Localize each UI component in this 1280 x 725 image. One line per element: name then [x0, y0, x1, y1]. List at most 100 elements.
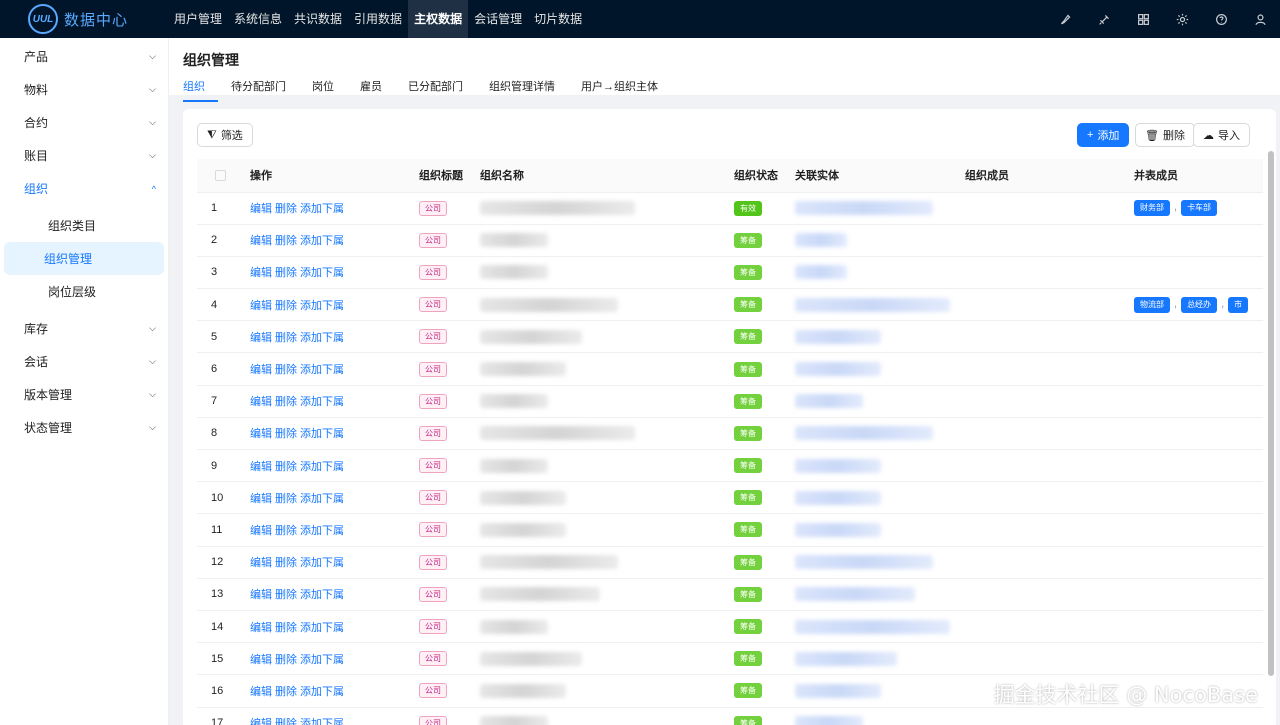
add-child-link[interactable]: 添加下属	[300, 654, 344, 666]
redacted-link[interactable]	[795, 651, 897, 666]
delete-link[interactable]: 删除	[275, 622, 297, 634]
plugin-icon[interactable]	[1085, 0, 1124, 38]
table-row[interactable]: 15 编辑 删除 添加下属 公司 筹备	[197, 642, 1263, 676]
design-icon[interactable]	[1046, 0, 1085, 38]
sidebar-subitem-position-level[interactable]: 岗位层级	[4, 275, 164, 308]
top-menu-item[interactable]: 会话管理	[468, 0, 528, 38]
edit-link[interactable]: 编辑	[250, 686, 272, 698]
filter-button[interactable]: ⧨ 筛选	[197, 123, 253, 147]
member-tag[interactable]: 总经办	[1181, 296, 1218, 313]
add-child-link[interactable]: 添加下属	[300, 332, 344, 344]
sidebar-item-inventory[interactable]: 库存 ⌵	[0, 312, 168, 345]
top-menu-item[interactable]: 共识数据	[288, 0, 348, 38]
edit-link[interactable]: 编辑	[250, 428, 272, 440]
member-tag[interactable]: 财务部	[1134, 200, 1170, 217]
edit-link[interactable]: 编辑	[250, 332, 272, 344]
delete-link[interactable]: 删除	[275, 718, 297, 725]
delete-link[interactable]: 删除	[275, 235, 297, 247]
add-child-link[interactable]: 添加下属	[300, 203, 344, 215]
edit-link[interactable]: 编辑	[250, 589, 272, 601]
sidebar-item-organization[interactable]: 组织 ^	[0, 172, 168, 205]
delete-link[interactable]: 删除	[275, 654, 297, 666]
table-row[interactable]: 4 编辑 删除 添加下属 公司 筹备 物流部, 总经办, 市	[197, 288, 1263, 322]
table-row[interactable]: 8 编辑 删除 添加下属 公司 筹备	[197, 417, 1263, 451]
table-row[interactable]: 6 编辑 删除 添加下属 公司 筹备	[197, 352, 1263, 386]
sidebar-item-contract[interactable]: 合约 ⌵	[0, 106, 168, 139]
redacted-link[interactable]	[795, 587, 915, 602]
redacted-link[interactable]	[795, 201, 933, 216]
table-row[interactable]: 10 编辑 删除 添加下属 公司 筹备	[197, 481, 1263, 515]
table-row[interactable]: 5 编辑 删除 添加下属 公司 筹备	[197, 320, 1263, 354]
edit-link[interactable]: 编辑	[250, 396, 272, 408]
add-child-link[interactable]: 添加下属	[300, 300, 344, 312]
top-menu-item[interactable]: 主权数据	[408, 0, 469, 38]
column-header[interactable]: 组织名称	[476, 159, 730, 193]
edit-link[interactable]: 编辑	[250, 364, 272, 376]
add-child-link[interactable]: 添加下属	[300, 493, 344, 505]
delete-link[interactable]: 删除	[275, 493, 297, 505]
add-child-link[interactable]: 添加下属	[300, 686, 344, 698]
table-row[interactable]: 7 编辑 删除 添加下属 公司 筹备	[197, 385, 1263, 418]
edit-link[interactable]: 编辑	[250, 622, 272, 634]
scrollbar[interactable]	[1268, 151, 1274, 676]
member-tag[interactable]: 物流部	[1134, 296, 1170, 313]
tab[interactable]: 待分配部门	[218, 78, 299, 102]
delete-link[interactable]: 删除	[275, 300, 297, 312]
add-child-link[interactable]: 添加下属	[300, 364, 344, 376]
edit-link[interactable]: 编辑	[250, 461, 272, 473]
add-child-link[interactable]: 添加下属	[300, 525, 344, 537]
delete-link[interactable]: 删除	[275, 332, 297, 344]
add-child-link[interactable]: 添加下属	[300, 557, 344, 569]
tab[interactable]: 岗位	[299, 78, 347, 102]
table-row[interactable]: 2 编辑 删除 添加下属 公司 筹备	[197, 224, 1263, 257]
redacted-link[interactable]	[795, 458, 881, 473]
table-row[interactable]: 11 编辑 删除 添加下属 公司 筹备	[197, 513, 1263, 547]
redacted-link[interactable]	[795, 619, 950, 634]
sidebar-item-product[interactable]: 产品 ⌵	[0, 40, 168, 73]
user-icon[interactable]	[1241, 0, 1280, 38]
member-tag[interactable]: 卡车部	[1181, 200, 1218, 217]
sidebar-subitem-org-management[interactable]: 组织管理	[4, 242, 164, 275]
delete-link[interactable]: 删除	[275, 589, 297, 601]
redacted-link[interactable]	[795, 362, 881, 377]
add-child-link[interactable]: 添加下属	[300, 718, 344, 725]
redacted-link[interactable]	[795, 297, 950, 312]
delete-link[interactable]: 删除	[275, 686, 297, 698]
tab[interactable]: 组织	[183, 78, 218, 102]
tab[interactable]: 雇员	[347, 78, 395, 102]
edit-link[interactable]: 编辑	[250, 493, 272, 505]
table-row[interactable]: 3 编辑 删除 添加下属 公司 筹备	[197, 256, 1263, 290]
edit-link[interactable]: 编辑	[250, 718, 272, 725]
delete-link[interactable]: 删除	[275, 557, 297, 569]
sidebar-item-status[interactable]: 状态管理 ⌵	[0, 411, 168, 444]
edit-link[interactable]: 编辑	[250, 654, 272, 666]
top-menu-item[interactable]: 切片数据	[528, 0, 588, 38]
redacted-link[interactable]	[795, 233, 847, 248]
table-row[interactable]: 17 编辑 删除 添加下属 公司 筹备	[197, 707, 1263, 725]
sidebar-subitem-org-category[interactable]: 组织类目	[4, 209, 164, 242]
delete-link[interactable]: 删除	[275, 525, 297, 537]
redacted-link[interactable]	[795, 522, 881, 537]
add-button[interactable]: + 添加	[1077, 123, 1130, 147]
add-child-link[interactable]: 添加下属	[300, 396, 344, 408]
redacted-link[interactable]	[795, 329, 881, 344]
column-header[interactable]: 关联实体	[791, 159, 961, 193]
top-menu-item[interactable]: 引用数据	[348, 0, 408, 38]
edit-link[interactable]: 编辑	[250, 203, 272, 215]
redacted-link[interactable]	[795, 683, 881, 698]
delete-link[interactable]: 删除	[275, 461, 297, 473]
apps-icon[interactable]	[1124, 0, 1163, 38]
redacted-link[interactable]	[795, 265, 847, 280]
logo[interactable]: UUL 数据中心	[0, 0, 168, 38]
add-child-link[interactable]: 添加下属	[300, 589, 344, 601]
column-header[interactable]: 组织成员	[961, 159, 1130, 193]
redacted-link[interactable]	[795, 716, 863, 725]
sidebar-item-session[interactable]: 会话 ⌵	[0, 345, 168, 378]
delete-link[interactable]: 删除	[275, 267, 297, 279]
table-row[interactable]: 14 编辑 删除 添加下属 公司 筹备	[197, 610, 1263, 644]
edit-link[interactable]: 编辑	[250, 300, 272, 312]
column-header[interactable]: 组织状态	[730, 159, 791, 193]
sidebar-item-account[interactable]: 账目 ⌵	[0, 139, 168, 172]
delete-link[interactable]: 删除	[275, 364, 297, 376]
delete-link[interactable]: 删除	[275, 203, 297, 215]
